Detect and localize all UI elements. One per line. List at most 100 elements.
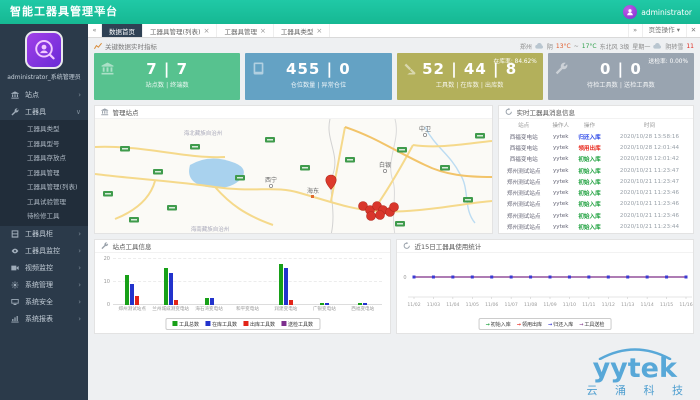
refresh-icon[interactable] <box>403 242 411 250</box>
sidebar-item-tool-monitor[interactable]: 工器具监控› <box>0 243 88 260</box>
sidebar-user-label: administrator_系统管理员 <box>0 72 88 81</box>
legend-item[interactable]: →领用出库 <box>517 321 542 328</box>
bar[interactable] <box>279 264 283 305</box>
legend-item[interactable]: 出库工具数 <box>243 321 275 328</box>
data-point[interactable] <box>451 276 454 279</box>
menu-toggle-icon[interactable]: ≡ <box>97 0 106 23</box>
sidebar-item-system-report[interactable]: 系统报表› <box>0 311 88 328</box>
tab-0[interactable]: 数据首页 <box>102 24 143 37</box>
close-icon[interactable]: × <box>260 27 266 35</box>
sidebar-subitem[interactable]: 工器具管理(列表) <box>0 180 88 195</box>
app-header: 智能工器具管理平台 ≡ administrator <box>0 0 700 24</box>
bar[interactable] <box>125 275 129 305</box>
bar[interactable] <box>289 300 293 305</box>
sidebar-subitem[interactable]: 工器具管理 <box>0 166 88 181</box>
user-menu[interactable]: administrator <box>623 0 692 24</box>
close-icon[interactable]: × <box>316 27 322 35</box>
bar[interactable] <box>325 303 329 305</box>
legend-item[interactable]: 工具总数 <box>172 321 199 328</box>
legend-item[interactable]: 送检工具数 <box>281 321 313 328</box>
sidebar-subitem[interactable]: 工器具类型 <box>0 122 88 137</box>
data-point[interactable] <box>529 276 532 279</box>
card-badge: 送检率: 0.00% <box>648 56 688 65</box>
sidebar-item-system-manage[interactable]: 系统管理› <box>0 277 88 294</box>
sidebar-subitem[interactable]: 工器具存放点 <box>0 151 88 166</box>
sidebar-item-tool-cabinet[interactable]: 工器具柜› <box>0 226 88 243</box>
chevron-right-icon: › <box>78 230 81 238</box>
sidebar-subitem[interactable]: 工器具型号 <box>0 137 88 152</box>
close-icon[interactable]: × <box>204 27 210 35</box>
data-point[interactable] <box>510 276 513 279</box>
data-point[interactable] <box>471 276 474 279</box>
chevron-right-icon: › <box>78 298 81 306</box>
sidebar-subitem[interactable]: 工具试验管理 <box>0 195 88 210</box>
x-tick-label: 11/05 <box>466 302 479 308</box>
tab-operations-dropdown[interactable]: 页签操作 ▾ <box>642 24 686 37</box>
bar[interactable] <box>130 284 134 305</box>
data-point[interactable] <box>626 276 629 279</box>
data-point[interactable] <box>587 276 590 279</box>
weather-weekday: 星期一 <box>632 42 650 51</box>
message-row: 郑州测试站点yytek初始入库2020/10/21 11:23:46 <box>499 187 693 198</box>
messages-table: 站点 操作人 操作 时间 西福变电站yytek归还入库2020/10/28 13… <box>499 119 693 233</box>
weather-city: 郑州 <box>520 42 532 51</box>
weather-temp-high: 17°C <box>582 43 597 50</box>
data-point[interactable] <box>568 276 571 279</box>
bar[interactable] <box>358 303 362 305</box>
tab-2[interactable]: 工器具管理× <box>217 24 273 37</box>
bar[interactable] <box>164 268 168 305</box>
cabinet-icon <box>11 230 20 238</box>
sidebar-submenu: 工器具类型工器具型号工器具存放点工器具管理工器具管理(列表)工具试验管理待检修工… <box>0 120 88 226</box>
bar[interactable] <box>135 296 139 305</box>
x-category-label: 海石湾变电站 <box>190 306 228 312</box>
data-point[interactable] <box>432 276 435 279</box>
data-point[interactable] <box>607 276 610 279</box>
x-category-label: 广银变电站 <box>305 306 343 312</box>
bar[interactable] <box>363 303 367 305</box>
station-tools-panel: 站点工具信息 01020 郑州测试站点兰州城威测变电站海石湾变电站和平变电站润建… <box>94 239 391 334</box>
bar[interactable] <box>320 303 324 305</box>
legend-item[interactable]: →初始入库 <box>486 321 511 328</box>
bar[interactable] <box>174 300 178 305</box>
sidebar-item-site[interactable]: 站点› <box>0 86 88 103</box>
tabs-scroll-right[interactable]: » <box>628 24 642 37</box>
x-category-label: 润建变电站 <box>267 306 305 312</box>
usage-trend-panel: 近15日工器具使用统计 011/0211/0311/0411/0511/0611… <box>396 239 694 334</box>
data-point[interactable] <box>646 276 649 279</box>
y-tick-label: 10 <box>104 279 110 285</box>
sidebar-item-tools[interactable]: 工器具∨ <box>0 103 88 120</box>
y-tick-label: 0 <box>107 302 110 308</box>
data-point[interactable] <box>685 276 688 279</box>
tab-1[interactable]: 工器具管理(列表)× <box>143 24 217 37</box>
bar[interactable] <box>169 273 173 305</box>
bar-plot: 01020 <box>113 259 382 305</box>
x-tick-label: 11/15 <box>660 302 673 308</box>
tabs-scroll-left[interactable]: « <box>88 24 102 37</box>
sidebar-item-system-security[interactable]: 系统安全› <box>0 294 88 311</box>
data-point[interactable] <box>549 276 552 279</box>
sidebar-item-video-monitor[interactable]: 视频监控› <box>0 260 88 277</box>
bank-icon <box>11 91 20 99</box>
bar[interactable] <box>284 268 288 305</box>
legend-item[interactable]: 在库工具数 <box>205 321 237 328</box>
user-avatar[interactable] <box>25 31 63 69</box>
refresh-icon[interactable] <box>505 108 513 116</box>
tab-3[interactable]: 工器具类型× <box>274 24 330 37</box>
legend-marker: → <box>548 322 552 328</box>
sidebar-subitem[interactable]: 待检修工具 <box>0 209 88 224</box>
x-tick-label: 11/06 <box>485 302 498 308</box>
card-value: 455 | 0 <box>245 60 391 78</box>
map[interactable]: 西宁 海东 白银 中卫 海北藏族自治州 海南藏族自治州 <box>95 119 492 233</box>
bar[interactable] <box>205 298 209 305</box>
data-point[interactable] <box>665 276 668 279</box>
wrench-icon <box>555 60 568 79</box>
data-point[interactable] <box>490 276 493 279</box>
bar[interactable] <box>210 298 214 305</box>
line-legend: →初始入库 →领用出库 →归还入库 →工具送检 <box>479 318 612 330</box>
bar-group <box>228 259 266 305</box>
data-point[interactable] <box>413 276 416 279</box>
legend-item[interactable]: →工具送检 <box>579 321 604 328</box>
yytek-logo: yytek 云 涌 科 技 <box>580 347 691 398</box>
legend-item[interactable]: →归还入库 <box>548 321 573 328</box>
close-all-tabs-button[interactable]: ✕ <box>686 24 700 37</box>
